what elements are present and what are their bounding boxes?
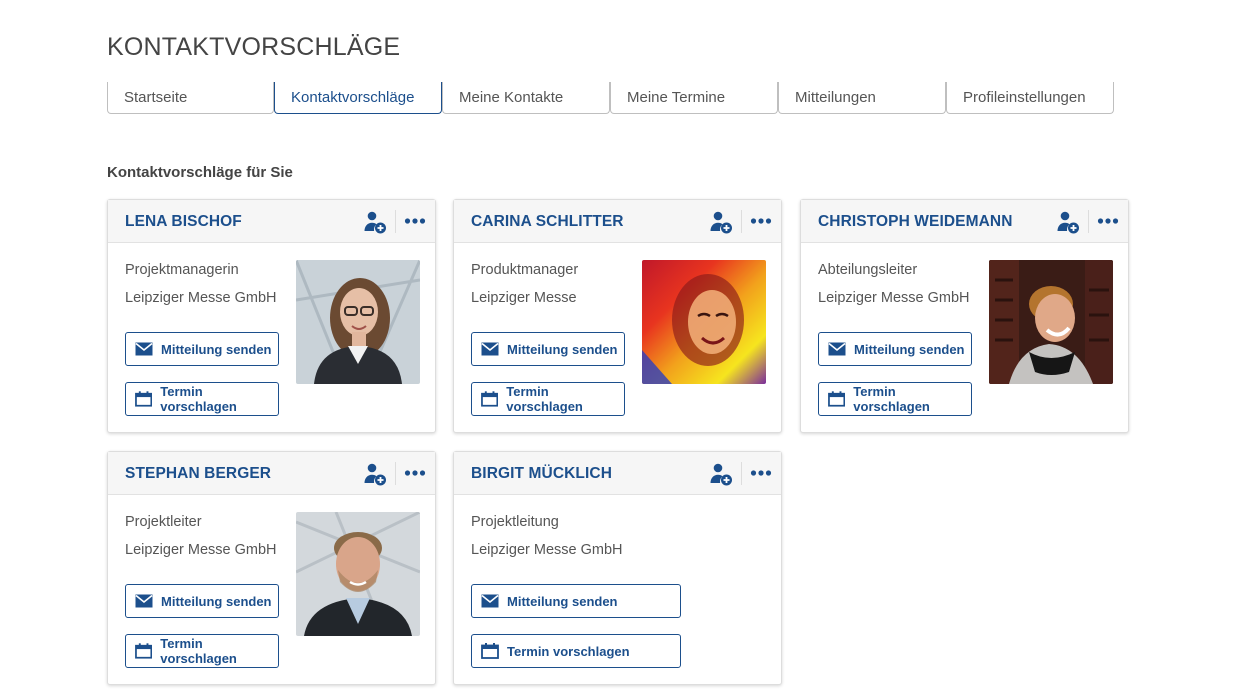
envelope-icon [135,342,153,356]
contact-company: Leipziger Messe GmbH [125,290,277,306]
calendar-icon [135,643,153,659]
contact-photo [642,260,766,384]
contact-photo [989,260,1113,384]
send-message-label: Mitteilung senden [507,341,618,357]
propose-appointment-button[interactable]: Termin vorschlagen [125,634,279,668]
header-divider [395,210,396,233]
propose-appointment-button[interactable]: Termin vorschlagen [471,634,681,668]
tab-profileinstellungen[interactable]: Profileinstellungen [946,82,1114,114]
contact-role: Abteilungsleiter [818,262,918,278]
send-message-button[interactable]: Mitteilung senden [818,332,972,366]
tab-startseite[interactable]: Startseite [107,82,274,114]
header-divider [1088,210,1089,233]
envelope-icon [481,342,499,356]
section-title: Kontaktvorschläge für Sie [107,164,293,181]
more-options-icon[interactable] [750,211,772,231]
card-header: STEPHAN BERGER [108,452,435,495]
contact-card: CHRISTOPH WEIDEMANN Abteilungsleiter Lei… [800,199,1129,433]
send-message-label: Mitteilung senden [161,341,272,357]
send-message-button[interactable]: Mitteilung senden [471,332,625,366]
contact-photo [296,260,420,384]
more-options-icon[interactable] [404,211,426,231]
contact-role: Projektleitung [471,514,559,530]
envelope-icon [135,594,153,608]
propose-appointment-label: Termin vorschlagen [160,384,237,414]
contact-card: CARINA SCHLITTER Produktmanager Leipzige… [453,199,782,433]
propose-appointment-label: Termin vorschlagen [160,636,237,666]
contact-card: LENA BISCHOF Projektmanagerin Leipziger … [107,199,436,433]
page-title: KONTAKTVORSCHLÄGE [107,33,401,61]
propose-appointment-label: Termin vorschlagen [853,384,930,414]
more-options-icon[interactable] [750,463,772,483]
add-contact-icon[interactable] [709,462,733,486]
send-message-button[interactable]: Mitteilung senden [125,584,279,618]
tab-mitteilungen[interactable]: Mitteilungen [778,82,946,114]
envelope-icon [828,342,846,356]
propose-appointment-label: Termin vorschlagen [506,384,583,414]
tab-meine-kontakte[interactable]: Meine Kontakte [442,82,610,114]
card-header: CHRISTOPH WEIDEMANN [801,200,1128,243]
contact-name: CARINA SCHLITTER [471,213,624,230]
envelope-icon [481,594,499,608]
more-options-icon[interactable] [404,463,426,483]
propose-appointment-button[interactable]: Termin vorschlagen [125,382,279,416]
more-options-icon[interactable] [1097,211,1119,231]
contact-role: Projektleiter [125,514,202,530]
send-message-button[interactable]: Mitteilung senden [125,332,279,366]
contact-company: Leipziger Messe GmbH [818,290,970,306]
contact-card: STEPHAN BERGER Projektleiter Leipziger M… [107,451,436,685]
add-contact-icon[interactable] [363,210,387,234]
contact-photo [296,512,420,636]
contact-name: STEPHAN BERGER [125,465,272,482]
header-divider [395,462,396,485]
contact-company: Leipziger Messe GmbH [471,542,623,558]
send-message-button[interactable]: Mitteilung senden [471,584,681,618]
header-divider [741,210,742,233]
send-message-label: Mitteilung senden [507,593,618,609]
contact-name: BIRGIT MÜCKLICH [471,465,612,482]
card-header: LENA BISCHOF [108,200,435,243]
tab-kontaktvorschlaege[interactable]: Kontaktvorschläge [274,82,442,114]
add-contact-icon[interactable] [1056,210,1080,234]
propose-appointment-button[interactable]: Termin vorschlagen [818,382,972,416]
contact-company: Leipziger Messe GmbH [125,542,277,558]
send-message-label: Mitteilung senden [161,593,272,609]
propose-appointment-button[interactable]: Termin vorschlagen [471,382,625,416]
add-contact-icon[interactable] [363,462,387,486]
card-header: BIRGIT MÜCKLICH [454,452,781,495]
calendar-icon [481,643,499,659]
calendar-icon [828,391,846,407]
contact-name: LENA BISCHOF [125,213,242,230]
contact-role: Projektmanagerin [125,262,239,278]
header-divider [741,462,742,485]
contact-name: CHRISTOPH WEIDEMANN [818,213,1013,230]
contact-role: Produktmanager [471,262,579,278]
contact-company: Leipziger Messe [471,290,577,306]
tab-meine-termine[interactable]: Meine Termine [610,82,778,114]
card-header: CARINA SCHLITTER [454,200,781,243]
contact-card: BIRGIT MÜCKLICH Projektleitung Leipziger… [453,451,782,685]
propose-appointment-label: Termin vorschlagen [507,643,630,659]
calendar-icon [135,391,153,407]
send-message-label: Mitteilung senden [854,341,965,357]
add-contact-icon[interactable] [709,210,733,234]
calendar-icon [481,391,499,407]
